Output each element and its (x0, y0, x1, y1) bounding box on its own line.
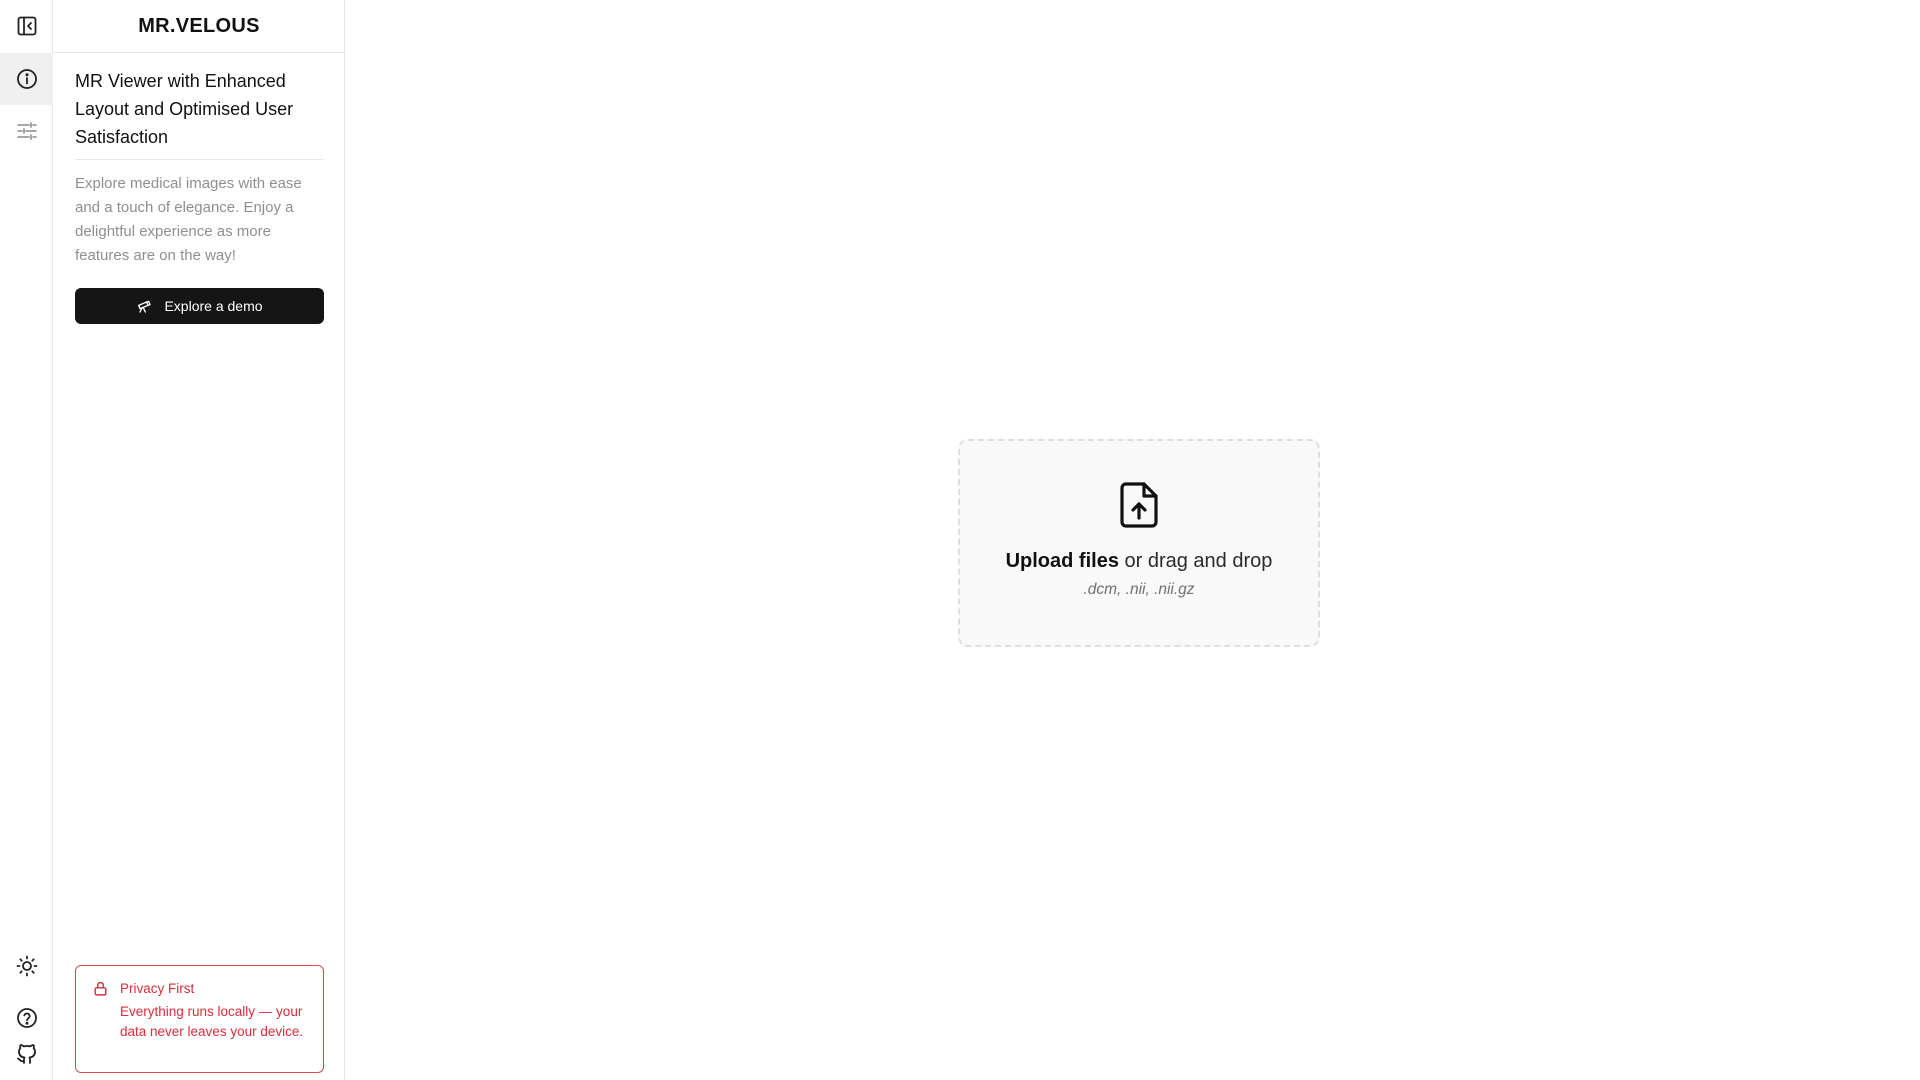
brand-logo: MR.VELOUS (54, 0, 344, 53)
github-link[interactable] (0, 1028, 53, 1080)
explore-demo-button[interactable]: Explore a demo (75, 288, 324, 324)
github-icon (16, 1044, 36, 1064)
panel-title: MR Viewer with Enhanced Layout and Optim… (75, 67, 323, 160)
panel-body: MR Viewer with Enhanced Layout and Optim… (54, 53, 344, 324)
explore-demo-label: Explore a demo (164, 298, 263, 314)
file-upload-icon (1117, 481, 1161, 529)
lock-icon (94, 981, 107, 996)
upload-files-link[interactable]: Upload files (1006, 550, 1119, 572)
icon-rail (0, 0, 53, 1080)
sidebar-toggle-button[interactable] (0, 0, 53, 52)
privacy-title: Privacy First (120, 981, 195, 996)
telescope-icon (138, 300, 152, 313)
privacy-text: Everything runs locally — your data neve… (120, 1004, 304, 1039)
help-icon (16, 1008, 37, 1028)
upload-instructions: Upload files or drag and drop (1006, 550, 1273, 573)
app-root: MR.VELOUS MR Viewer with Enhanced Layout… (0, 0, 1920, 1080)
file-dropzone[interactable]: Upload files or drag and drop .dcm, .nii… (958, 439, 1320, 647)
panel-description: Explore medical images with ease and a t… (75, 175, 302, 264)
theme-toggle-button[interactable] (0, 940, 53, 992)
sidebar-collapse-icon (17, 16, 36, 36)
sun-icon (16, 955, 37, 977)
privacy-notice: Privacy First Everything runs locally — … (75, 965, 324, 1073)
drag-drop-text: or drag and drop (1118, 550, 1273, 572)
supported-formats: .dcm, .nii, .nii.gz (1083, 581, 1195, 598)
rail-settings-button[interactable] (0, 105, 53, 157)
rail-info-button[interactable] (0, 53, 53, 105)
info-panel: MR.VELOUS MR Viewer with Enhanced Layout… (54, 0, 345, 1080)
info-icon (16, 69, 37, 89)
sliders-icon (16, 122, 37, 140)
